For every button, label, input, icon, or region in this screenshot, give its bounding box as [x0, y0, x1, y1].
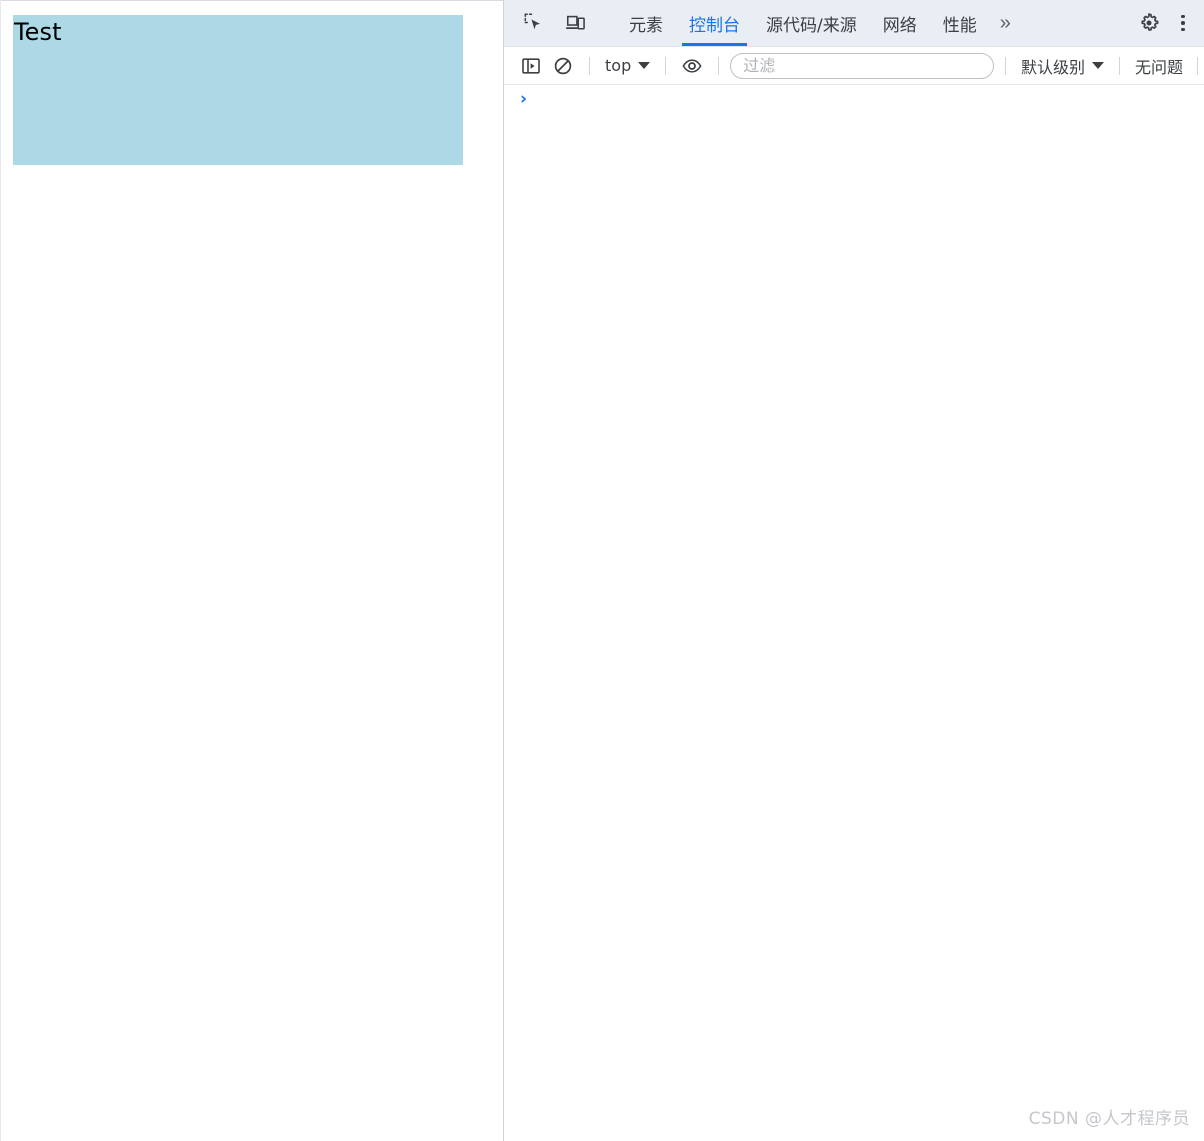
browser-page-viewport: Test	[0, 0, 504, 1141]
tab-network[interactable]: 网络	[870, 0, 930, 46]
console-toolbar-end-divider	[1197, 56, 1198, 75]
console-sidebar-icon	[521, 56, 541, 76]
console-toolbar-divider	[1004, 56, 1006, 75]
tab-sources[interactable]: 源代码/来源	[753, 0, 870, 46]
test-div-text: Test	[14, 18, 62, 46]
tab-performance[interactable]: 性能	[930, 0, 990, 46]
console-prompt-chevron-icon: ›	[520, 89, 528, 109]
tab-performance-label: 性能	[942, 15, 977, 36]
more-tabs-button[interactable]: »	[990, 0, 1021, 46]
console-log-levels-selector[interactable]: 默认级别	[1017, 52, 1108, 80]
more-tabs-icon: »	[999, 11, 1011, 34]
kebab-dot	[1181, 21, 1185, 25]
console-prompt-row[interactable]: ›	[504, 85, 1204, 113]
chevron-down-icon	[638, 62, 651, 69]
devtools-toolbar-left-icons	[504, 0, 616, 46]
console-log-levels-label: 默认级别	[1020, 57, 1085, 77]
tab-sources-label: 源代码/来源	[766, 15, 857, 36]
test-div-element[interactable]: Test	[13, 15, 463, 165]
console-sidebar-toggle-button[interactable]	[516, 52, 546, 80]
tab-console[interactable]: 控制台	[676, 0, 753, 46]
page-top-border	[0, 0, 503, 1]
devtools-more-options-button[interactable]	[1168, 8, 1198, 38]
devtools-panel: 元素 控制台 源代码/来源 网络 性能 » top 过滤 默认级别 无问题 › …	[504, 0, 1204, 1141]
eye-icon	[681, 55, 703, 77]
console-context-selector[interactable]: top	[601, 54, 654, 77]
console-toolbar: top 默认级别 无问题	[504, 47, 1204, 85]
kebab-dot	[1181, 27, 1185, 32]
console-input[interactable]	[527, 91, 1204, 109]
tab-console-label: 控制台	[689, 15, 740, 36]
inspect-element-button[interactable]	[515, 12, 553, 34]
devtools-tab-list: 元素 控制台 源代码/来源 网络 性能 »	[616, 0, 1113, 46]
app-root: Test 元素 控制台 源代码/来源 网络 性能 » top 过滤 默认级别 无…	[0, 0, 1204, 1141]
chevron-down-icon	[1091, 62, 1104, 69]
console-toolbar-divider	[1118, 56, 1120, 75]
console-context-label: top	[605, 56, 632, 75]
devtools-toolbar-right-icons	[1113, 0, 1204, 46]
clear-console-icon	[553, 56, 573, 76]
gear-icon	[1137, 11, 1161, 35]
tab-elements-label: 元素	[629, 15, 663, 36]
tab-network-label: 网络	[882, 15, 917, 36]
devtools-tabbar: 元素 控制台 源代码/来源 网络 性能 »	[504, 0, 1204, 47]
device-toolbar-icon	[565, 12, 587, 34]
console-toolbar-divider	[665, 56, 667, 75]
console-toolbar-divider	[718, 56, 720, 75]
inspect-element-icon	[523, 12, 545, 34]
console-toolbar-divider	[589, 56, 590, 75]
device-toolbar-button[interactable]	[557, 12, 595, 34]
tab-elements[interactable]: 元素	[616, 0, 676, 46]
page-left-border	[0, 0, 1, 1141]
settings-button[interactable]	[1130, 11, 1168, 35]
clear-console-button[interactable]	[548, 52, 578, 80]
console-message-area[interactable]: › CSDN @人才程序员	[504, 85, 1204, 1141]
create-live-expression-button[interactable]	[677, 52, 707, 80]
csdn-watermark: CSDN @人才程序员	[1028, 1109, 1190, 1129]
kebab-dot	[1181, 14, 1185, 19]
issues-status[interactable]: 无问题	[1131, 54, 1187, 78]
console-filter-input[interactable]	[730, 52, 994, 79]
